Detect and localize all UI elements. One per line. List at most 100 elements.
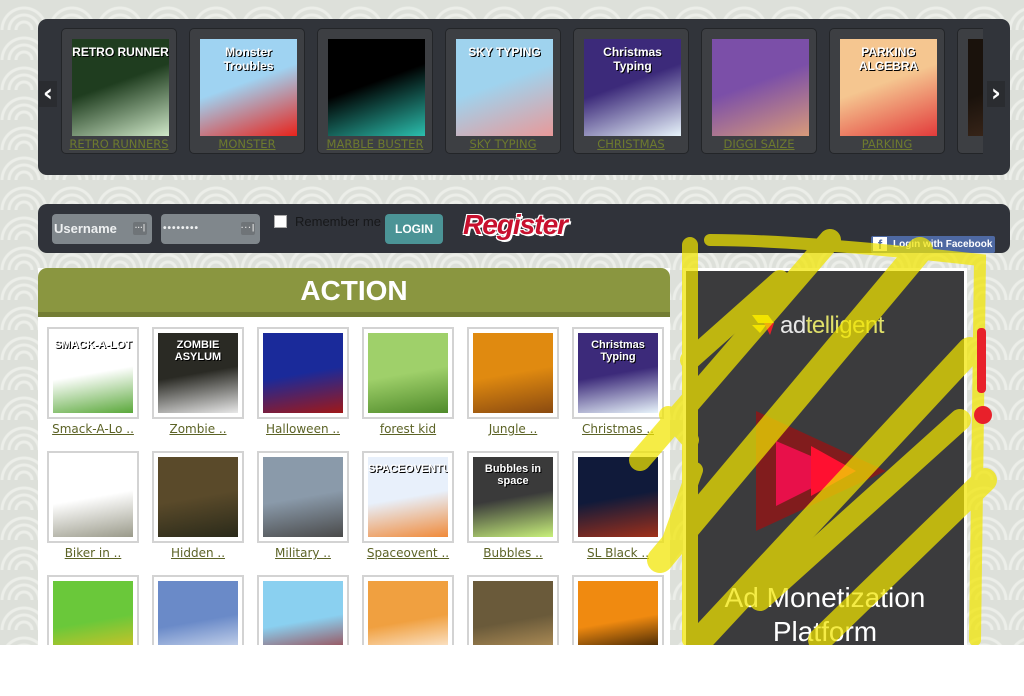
game-tile[interactable]: SL Black .. [572, 451, 664, 560]
game-title-link[interactable]: Hidden .. [152, 546, 244, 560]
game-thumbnail[interactable]: RETRO RUNNER [72, 39, 169, 136]
game-title-link[interactable]: Military .. [257, 546, 349, 560]
game-thumbnail[interactable]: Monster Troubles [200, 39, 297, 136]
password-input[interactable]: •••••••• ···| [161, 214, 260, 244]
carousel-item-label[interactable]: MONSTER [190, 137, 304, 151]
game-thumbnail-frame[interactable] [152, 451, 244, 543]
advertisement[interactable]: adtelligent Ad Monetization Platform [683, 268, 967, 645]
carousel-item-label[interactable]: PARKING [830, 137, 944, 151]
game-thumbnail-frame[interactable] [467, 575, 559, 645]
carousel-item[interactable]: PARKING ALGEBRA PARKING [829, 28, 945, 154]
facebook-login-button[interactable]: f Login with Facebook [871, 236, 995, 253]
game-thumbnail[interactable] [578, 581, 658, 645]
game-thumbnail[interactable] [263, 581, 343, 645]
game-thumbnail-frame[interactable] [362, 575, 454, 645]
game-thumbnail-frame[interactable] [467, 327, 559, 419]
carousel-prev-button[interactable]: ‹ [39, 81, 57, 107]
game-title-link[interactable]: Biker in .. [47, 546, 139, 560]
game-tile[interactable]: Biker in .. [47, 451, 139, 560]
game-thumbnail-frame[interactable] [152, 575, 244, 645]
game-thumbnail[interactable] [263, 333, 343, 413]
game-thumbnail[interactable] [158, 581, 238, 645]
game-thumbnail[interactable] [473, 333, 553, 413]
game-tile[interactable]: Jungle .. [467, 327, 559, 436]
username-input[interactable]: Username ···| [52, 214, 152, 244]
game-title-link[interactable]: Bubbles .. [467, 546, 559, 560]
game-tile[interactable]: ZOMBIE ASYLUM Zombie .. [152, 327, 244, 436]
game-thumbnail[interactable] [968, 39, 983, 136]
carousel-item[interactable]: DIGGI SAIZE [701, 28, 817, 154]
game-thumbnail-frame[interactable] [362, 327, 454, 419]
carousel-item[interactable]: Christmas Typing CHRISTMAS [573, 28, 689, 154]
game-thumbnail-frame[interactable] [257, 575, 349, 645]
game-thumbnail-frame[interactable]: SPACEOVENTURE [362, 451, 454, 543]
game-thumbnail[interactable]: SMACK-A-LOT [53, 333, 133, 413]
password-manager-icon[interactable]: ···| [241, 222, 255, 235]
game-thumbnail[interactable]: Christmas Typing [578, 333, 658, 413]
carousel-item-label[interactable]: CHRISTMAS [574, 137, 688, 151]
game-tile[interactable] [572, 575, 664, 645]
carousel-next-button[interactable]: › [987, 81, 1005, 107]
carousel-item[interactable]: MARBLE BUSTER [317, 28, 433, 154]
game-thumbnail-frame[interactable]: ZOMBIE ASYLUM [152, 327, 244, 419]
remember-me-checkbox[interactable] [274, 215, 287, 228]
game-title-link[interactable]: Jungle .. [467, 422, 559, 436]
game-title-link[interactable]: Zombie .. [152, 422, 244, 436]
game-thumbnail[interactable]: SKY TYPING [456, 39, 553, 136]
game-thumbnail-frame[interactable]: Christmas Typing [572, 327, 664, 419]
game-title-link[interactable]: SL Black .. [572, 546, 664, 560]
game-thumbnail[interactable] [368, 333, 448, 413]
game-thumbnail[interactable] [712, 39, 809, 136]
game-thumbnail-frame[interactable] [47, 451, 139, 543]
game-tile[interactable]: Christmas Typing Christmas .. [572, 327, 664, 436]
game-tile[interactable]: Military .. [257, 451, 349, 560]
game-title-link[interactable]: Spaceovent .. [362, 546, 454, 560]
carousel-item-label[interactable]: RETRO RUNNERS [62, 137, 176, 151]
game-title-link[interactable]: Smack-A-Lo .. [47, 422, 139, 436]
carousel-item[interactable]: Monster Troubles MONSTER [189, 28, 305, 154]
game-thumbnail[interactable] [473, 581, 553, 645]
game-thumbnail[interactable]: ZOMBIE ASYLUM [158, 333, 238, 413]
game-thumbnail[interactable] [158, 457, 238, 537]
game-thumbnail-frame[interactable] [572, 451, 664, 543]
game-title-link[interactable]: forest kid [362, 422, 454, 436]
carousel-item[interactable]: FA [957, 28, 983, 154]
register-link[interactable]: Register [463, 209, 568, 241]
carousel-item-label[interactable]: MARBLE BUSTER [318, 137, 432, 151]
game-tile[interactable]: Bubbles in space Bubbles .. [467, 451, 559, 560]
game-tile[interactable] [47, 575, 139, 645]
carousel-item[interactable]: SKY TYPING SKY TYPING [445, 28, 561, 154]
game-title-link[interactable]: Halloween .. [257, 422, 349, 436]
game-title-link[interactable]: Christmas .. [572, 422, 664, 436]
game-thumbnail-frame[interactable] [572, 575, 664, 645]
password-manager-icon[interactable]: ···| [133, 222, 147, 235]
game-tile[interactable]: Hidden .. [152, 451, 244, 560]
game-thumbnail[interactable]: SPACEOVENTURE [368, 457, 448, 537]
game-thumbnail-frame[interactable] [257, 327, 349, 419]
game-thumbnail-frame[interactable]: Bubbles in space [467, 451, 559, 543]
carousel-item[interactable]: RETRO RUNNER RETRO RUNNERS [61, 28, 177, 154]
game-thumbnail[interactable] [368, 581, 448, 645]
game-thumbnail[interactable] [53, 581, 133, 645]
carousel-item-label[interactable]: DIGGI SAIZE [702, 137, 816, 151]
game-thumbnail[interactable] [263, 457, 343, 537]
game-thumbnail-frame[interactable] [257, 451, 349, 543]
game-thumbnail[interactable] [328, 39, 425, 136]
game-tile[interactable] [362, 575, 454, 645]
game-tile[interactable]: SMACK-A-LOT Smack-A-Lo .. [47, 327, 139, 436]
game-thumbnail[interactable]: Bubbles in space [473, 457, 553, 537]
game-tile[interactable]: Halloween .. [257, 327, 349, 436]
game-thumbnail[interactable]: PARKING ALGEBRA [840, 39, 937, 136]
game-tile[interactable]: forest kid [362, 327, 454, 436]
carousel-item-label[interactable]: SKY TYPING [446, 137, 560, 151]
game-tile[interactable] [467, 575, 559, 645]
game-thumbnail[interactable]: Christmas Typing [584, 39, 681, 136]
game-thumbnail-frame[interactable] [47, 575, 139, 645]
game-tile[interactable]: SPACEOVENTURE Spaceovent .. [362, 451, 454, 560]
game-tile[interactable] [257, 575, 349, 645]
login-button[interactable]: LOGIN [385, 214, 443, 244]
game-thumbnail[interactable] [578, 457, 658, 537]
carousel-item-label[interactable]: FA [958, 137, 983, 151]
game-thumbnail[interactable] [53, 457, 133, 537]
game-tile[interactable] [152, 575, 244, 645]
